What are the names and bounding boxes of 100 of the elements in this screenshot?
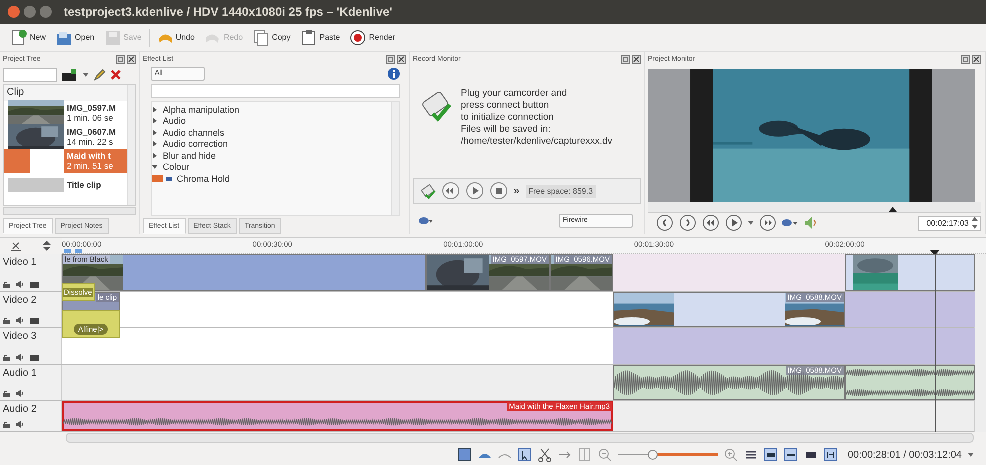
effect-category[interactable]: Blur and hide [152,150,391,162]
clip-item[interactable]: IMG_0597.M 1 min. 06 se [4,101,127,125]
timeline-clip[interactable] [845,254,975,291]
lock-icon[interactable] [3,354,10,361]
category-label: Audio correction [163,139,228,150]
new-document-icon [11,30,27,46]
speaker-icon[interactable] [16,281,24,288]
toolbar-button[interactable]: Render [347,28,398,48]
collapse-icon[interactable] [152,164,158,170]
float-icon[interactable] [386,54,395,64]
stop-icon[interactable] [490,182,508,200]
clipboard-icon [300,30,317,46]
toolbar-button[interactable]: Copy [250,28,294,48]
dropdown-icon[interactable] [968,453,974,457]
close-icon[interactable] [972,54,981,64]
add-clip-icon[interactable] [62,69,78,81]
effect-category[interactable]: Audio correction [152,138,391,150]
effect-category[interactable]: Audio channels [152,127,391,138]
float-icon[interactable] [116,54,125,64]
spinner-arrows-icon [972,217,978,230]
playhead-marker[interactable] [930,250,940,256]
snap-icon[interactable] [824,448,838,462]
cut-icon[interactable] [538,448,552,462]
scrollbar[interactable] [127,85,135,205]
toolbar-button[interactable]: Undo [154,28,198,48]
video-icon[interactable] [30,354,39,360]
pointer-icon[interactable] [518,448,532,462]
scrollbar[interactable] [66,433,974,443]
clip-name: Title clip [67,180,102,190]
fit-zoom-icon[interactable] [11,241,21,251]
clip-item[interactable]: Title clip [4,173,127,197]
forward-icon[interactable] [759,214,777,232]
category-label: Colour [163,162,190,172]
search-field[interactable] [3,68,57,82]
rewind-icon[interactable] [702,214,720,232]
playhead-marker[interactable] [889,206,897,212]
view-options-icon[interactable] [782,219,798,228]
zone-in-icon[interactable] [656,214,674,232]
lock-icon[interactable] [3,317,10,324]
more-button[interactable]: » [514,186,520,196]
clip-name: IMG_0597.M [67,103,116,113]
lock-icon[interactable] [3,390,10,397]
toolbar-button[interactable]: New [8,28,50,48]
scrollbar[interactable] [391,102,399,215]
rewind-icon[interactable] [442,182,460,200]
effect-category[interactable]: Colour [152,162,391,173]
edit-icon[interactable] [94,69,106,81]
toolbar-button[interactable]: Open [53,28,98,48]
scrollbar[interactable] [974,254,986,432]
lock-icon[interactable] [3,281,10,288]
video-only-icon[interactable] [764,448,778,462]
zone-marker[interactable] [64,249,82,253]
zoom-slider[interactable] [618,450,718,460]
close-icon[interactable] [397,54,406,64]
clip-thumbnail [30,149,64,173]
dropdown-icon[interactable] [748,221,754,226]
record-icon [350,30,366,46]
clip-thumbnail [8,178,64,192]
category-label: Blur and hide [163,150,216,161]
search-field[interactable] [151,84,400,98]
track-name: Video 1 [3,257,38,268]
effect-category[interactable]: Alpha manipulation [152,104,391,116]
maximize-icon[interactable] [40,6,52,18]
scrollbar[interactable] [3,207,136,215]
track-name: Audio 1 [3,368,38,379]
track-view-icon[interactable] [458,448,472,462]
info-icon[interactable] [388,68,400,80]
speaker-icon[interactable] [16,354,24,361]
speaker-icon[interactable] [16,390,24,397]
float-icon[interactable] [621,54,630,64]
free-space-field: Free space: 859.3 [526,184,596,198]
toolbar-button[interactable]: Paste [298,28,344,48]
track-height-icon[interactable] [43,241,51,251]
clip-item[interactable]: IMG_0607.M 14 min. 22 s [4,125,127,149]
clip-name: Maid with t [67,151,112,161]
slider-thumb[interactable] [648,450,658,460]
timecode-label: 00:00:28:01 / 00:03:12:04 [848,450,962,460]
dropdown-icon[interactable] [83,73,89,77]
view-options-icon[interactable] [419,217,433,225]
effect-category[interactable]: Audio [152,116,391,127]
zone-out-icon[interactable] [679,214,697,232]
minimize-icon[interactable] [24,6,36,18]
video-icon[interactable] [30,282,39,288]
speaker-icon[interactable] [16,317,24,324]
video-icon[interactable] [30,318,39,324]
float-icon[interactable] [961,54,970,64]
play-icon[interactable] [466,182,484,200]
effect-label: Chroma Hold [177,174,230,184]
timecode-field[interactable]: 00:02:17:03 [918,216,981,231]
audio-only-icon[interactable] [784,448,798,462]
speaker-icon[interactable] [16,421,24,428]
track-name: Video 2 [3,295,38,306]
lock-icon[interactable] [3,421,10,428]
play-icon[interactable] [725,214,743,232]
delete-icon[interactable] [111,70,121,80]
audio-icon[interactable] [803,216,817,230]
effect-icon [152,175,172,182]
effect-item[interactable]: Chroma Hold [152,173,391,184]
close-icon[interactable] [127,54,136,64]
close-icon[interactable] [632,54,641,64]
